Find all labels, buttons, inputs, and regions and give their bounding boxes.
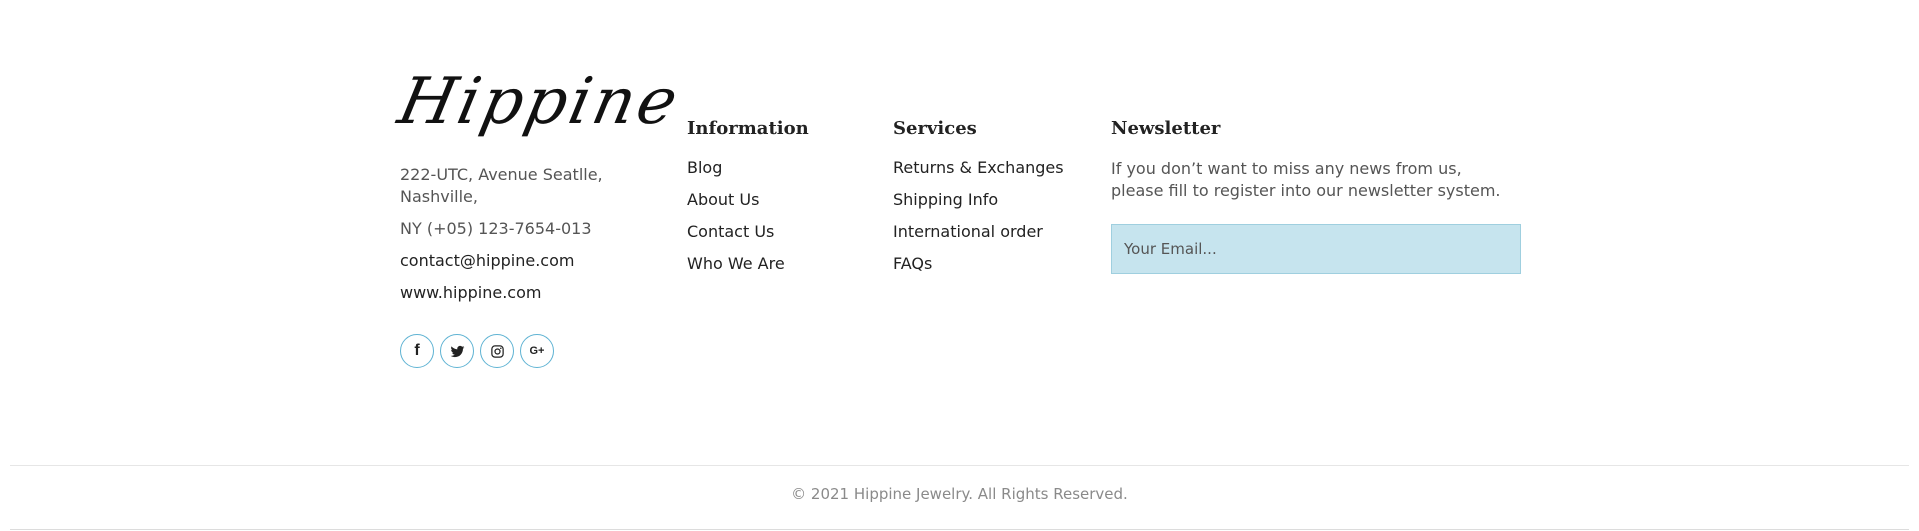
google-plus-button[interactable]: G+ — [520, 334, 554, 368]
link-who-we-are[interactable]: Who We Are — [687, 254, 809, 274]
social-links: f G+ — [400, 334, 554, 368]
information-column: Information Blog About Us Contact Us Who… — [687, 118, 809, 286]
contact-email-link[interactable]: contact@hippine.com — [400, 250, 630, 272]
link-shipping-info[interactable]: Shipping Info — [893, 190, 1064, 210]
instagram-button[interactable] — [480, 334, 514, 368]
link-blog[interactable]: Blog — [687, 158, 809, 178]
address-line-1: 222-UTC, Avenue Seatlle, — [400, 165, 603, 184]
services-column: Services Returns & Exchanges Shipping In… — [893, 118, 1064, 286]
twitter-icon — [450, 345, 464, 357]
instagram-icon — [490, 344, 504, 358]
link-faqs[interactable]: FAQs — [893, 254, 1064, 274]
contact-address: 222-UTC, Avenue Seatlle, Nashville, — [400, 164, 630, 208]
twitter-button[interactable] — [440, 334, 474, 368]
link-returns-exchanges[interactable]: Returns & Exchanges — [893, 158, 1064, 178]
link-contact-us[interactable]: Contact Us — [687, 222, 809, 242]
google-plus-icon: G+ — [529, 345, 545, 357]
bottom-divider — [10, 529, 1909, 530]
newsletter-email-input[interactable] — [1111, 224, 1521, 274]
newsletter-column: Newsletter If you don’t want to miss any… — [1111, 118, 1531, 274]
footer-divider — [10, 465, 1909, 466]
copyright-text: © 2021 Hippine Jewelry. All Rights Reser… — [791, 485, 1128, 503]
facebook-icon: f — [414, 342, 420, 359]
footer-main: Hippine 222-UTC, Avenue Seatlle, Nashvil… — [0, 0, 1919, 466]
link-about-us[interactable]: About Us — [687, 190, 809, 210]
newsletter-text-line-2: please fill to register into our newslet… — [1111, 181, 1501, 200]
brand-logo[interactable]: Hippine — [392, 65, 687, 139]
facebook-button[interactable]: f — [400, 334, 434, 368]
contact-website-link[interactable]: www.hippine.com — [400, 282, 630, 304]
address-line-2: Nashville, — [400, 187, 478, 206]
link-international-order[interactable]: International order — [893, 222, 1064, 242]
contact-block: 222-UTC, Avenue Seatlle, Nashville, NY (… — [400, 164, 630, 314]
newsletter-heading: Newsletter — [1111, 118, 1221, 139]
contact-phone: NY (+05) 123-7654-013 — [400, 219, 592, 238]
services-heading: Services — [893, 118, 977, 139]
information-heading: Information — [687, 118, 809, 139]
newsletter-text-line-1: If you don’t want to miss any news from … — [1111, 159, 1462, 178]
